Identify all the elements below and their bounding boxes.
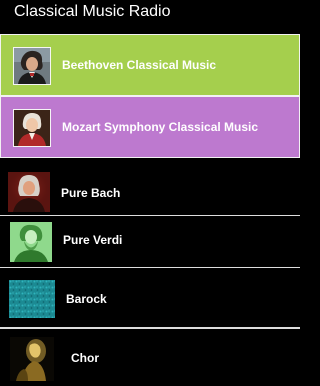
station-item-verdi[interactable]: Pure Verdi — [0, 216, 300, 268]
station-label: Pure Bach — [61, 186, 121, 200]
station-item-bach[interactable]: Pure Bach — [0, 166, 300, 216]
station-label: Chor — [71, 351, 99, 365]
verdi-portrait-icon — [10, 222, 52, 262]
station-item-mozart[interactable]: Mozart Symphony Classical Music — [0, 96, 300, 158]
beethoven-portrait-icon — [13, 47, 51, 85]
station-item-beethoven[interactable]: Beethoven Classical Music — [0, 34, 300, 96]
teal-texture-icon — [9, 280, 55, 318]
station-label: Mozart Symphony Classical Music — [62, 120, 259, 134]
station-item-barock[interactable]: Barock — [0, 268, 300, 328]
station-item-chor[interactable]: Chor — [0, 328, 300, 386]
choir-silhouette-icon — [10, 337, 54, 381]
station-label: Pure Verdi — [63, 233, 123, 247]
station-label: Barock — [66, 292, 107, 306]
station-label: Beethoven Classical Music — [62, 58, 217, 72]
bach-portrait-icon — [8, 172, 50, 212]
app-title-bar: Classical Music Radio — [0, 0, 300, 26]
app-title: Classical Music Radio — [14, 3, 171, 20]
mozart-portrait-icon — [13, 109, 51, 147]
